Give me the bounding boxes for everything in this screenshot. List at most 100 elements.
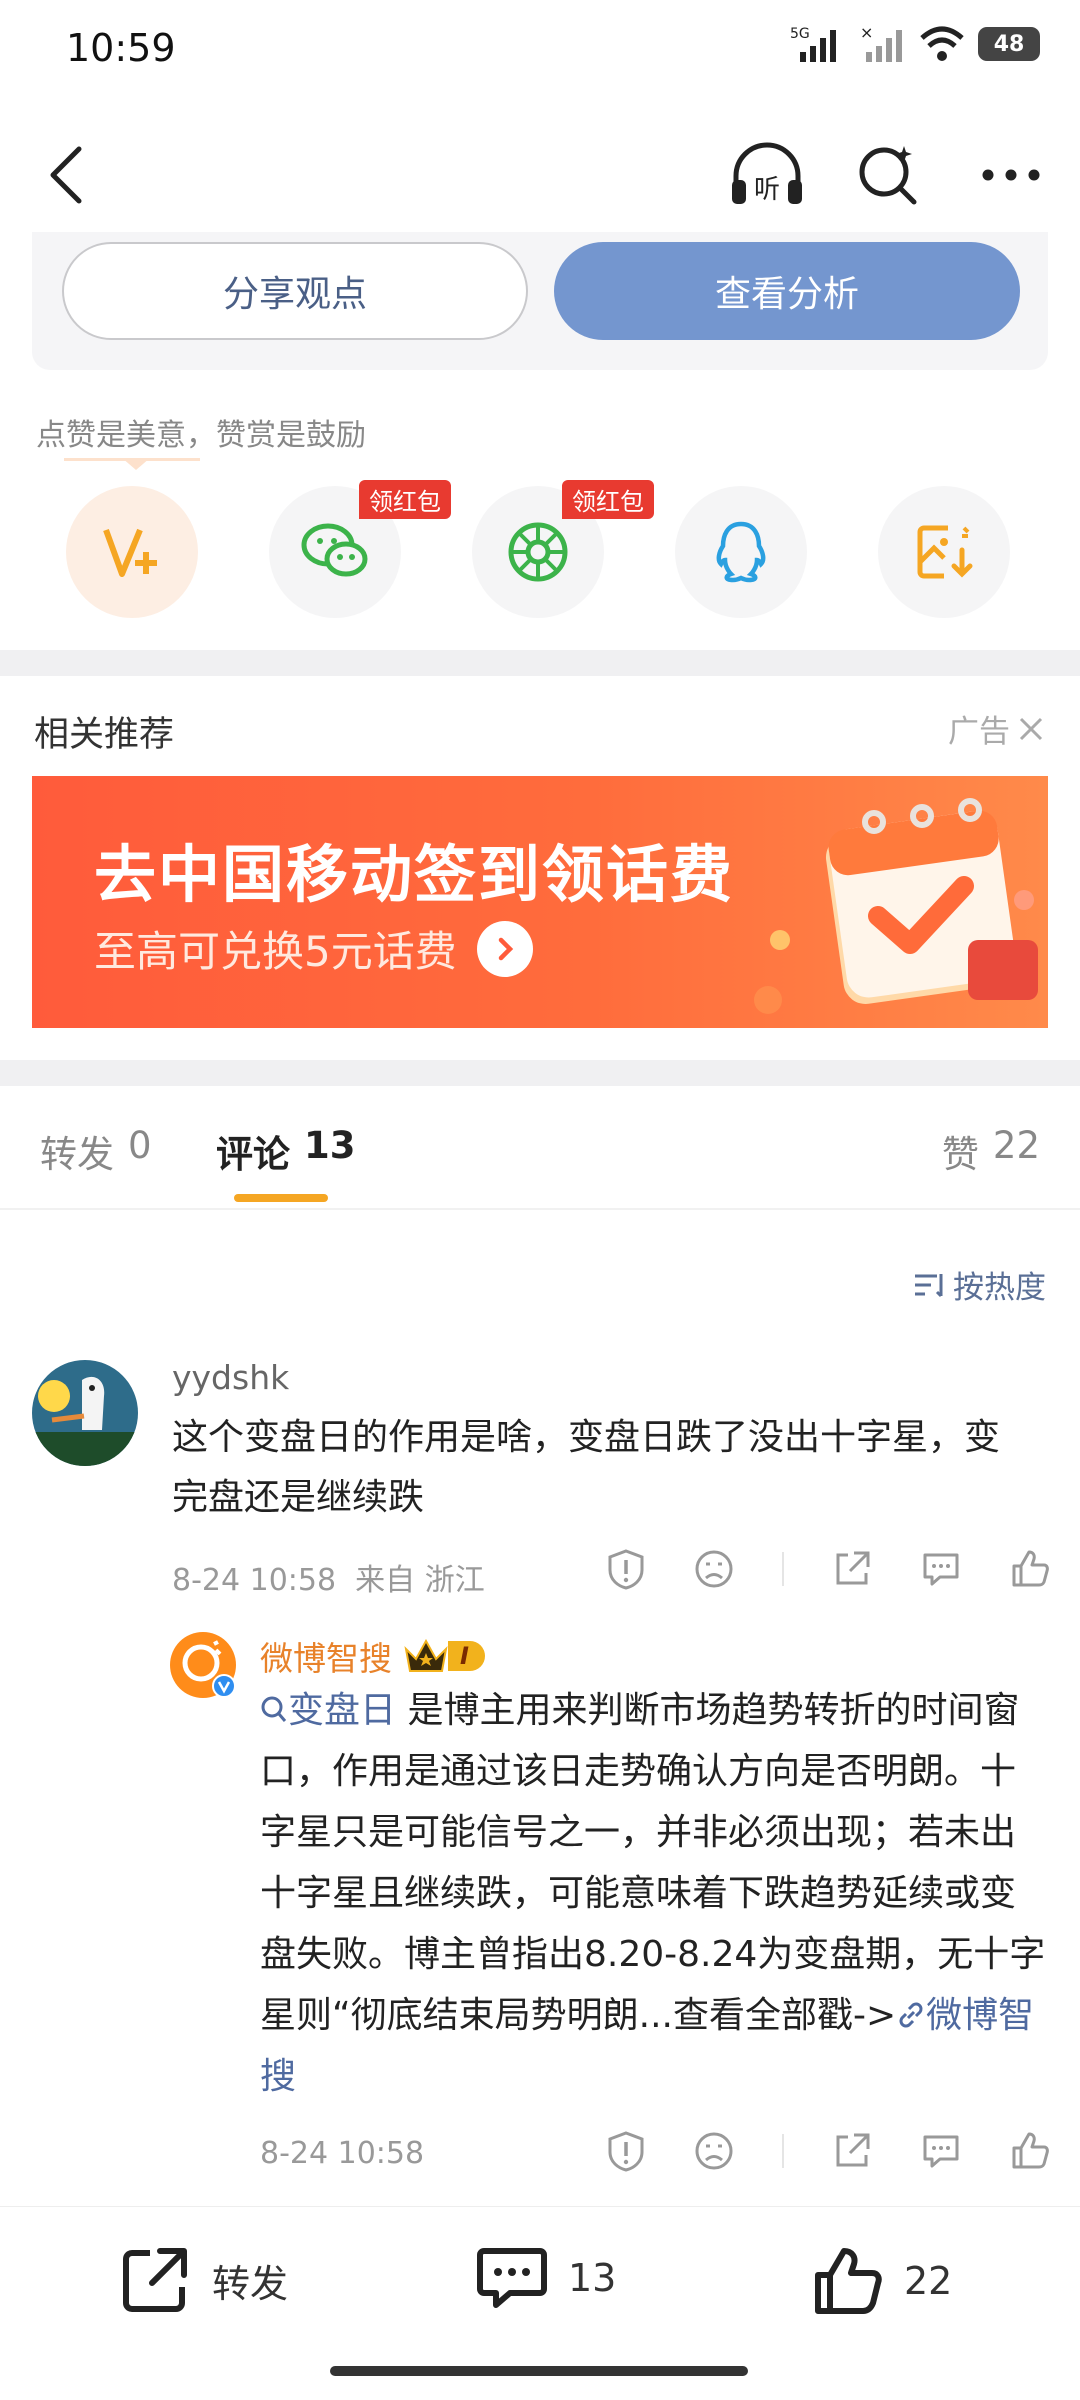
tab-comment[interactable]: 评论 13 [216,1124,356,1178]
comment-username[interactable]: yydshk [172,1358,289,1397]
share-moments-button[interactable]: 领红包 [472,480,654,618]
search-icon [859,146,917,205]
reply-actions [606,2130,1050,2172]
interaction-tabs: 转发 0 评论 13 赞 22 [0,1090,1080,1210]
active-tab-indicator [234,1194,328,1202]
user-avatar-image [32,1360,138,1466]
repost-icon [123,2248,187,2312]
section-divider [0,650,1080,676]
headphones-icon: 听 [732,142,802,205]
more-dots-icon [982,169,1040,181]
crown-icon [404,1639,448,1672]
reward-hint-pointer [122,458,150,470]
thumbs-up-icon[interactable] [1010,2131,1050,2171]
wechat-icon [301,523,368,577]
bottom-comment-button[interactable]: 13 [476,2245,616,2311]
v-plus-icon [103,528,157,577]
sort-button[interactable]: 按热度 [913,1262,1046,1307]
comment-location: 来自 浙江 [355,1563,485,1598]
comment-text: 这个变盘日的作用是啥，变盘日跌了没出十字星，变完盘还是继续跌 [172,1417,1001,1518]
tab-like-count: 22 [992,1124,1040,1167]
share-v-plus-button[interactable] [66,486,198,618]
battery-icon: 48 [978,27,1040,61]
tab-comment-label: 评论 [216,1133,290,1176]
status-time: 10:59 [66,26,176,70]
search-button[interactable] [850,136,928,214]
view-analysis-button[interactable]: 查看分析 [554,242,1020,340]
more-button[interactable] [972,136,1050,214]
reply-body: 是博主用来判断市场趋势转折的时间窗口，作用是通过该日走势确认方向是否明朗。十字星… [260,1690,1046,2036]
dislike-face-icon[interactable] [694,1549,734,1589]
save-image-button[interactable] [878,486,1010,618]
bottom-repost-label: 转发 [212,2261,289,2306]
thumbs-up-icon [815,2248,882,2314]
signal-5g-icon: 5G [790,26,836,62]
share-wechat-button[interactable]: 领红包 [269,480,451,618]
tab-comment-count: 13 [304,1124,356,1167]
tab-like[interactable]: 赞 22 [942,1124,1040,1178]
reply-username-row: 微博智搜 I [260,1632,485,1680]
red-packet-badge: 领红包 [359,480,451,519]
verified-badge-icon [212,1674,236,1698]
tab-repost-count: 0 [128,1124,152,1167]
dislike-face-icon[interactable] [694,2131,734,2171]
home-indicator[interactable] [330,2366,748,2376]
share-targets-row: 领红包 领红包 [66,480,1016,618]
back-arrow-icon [50,146,82,204]
wifi-icon [920,26,964,61]
avatar[interactable] [32,1360,138,1466]
action-separator [782,1552,784,1586]
level-badge-text: I [448,1641,485,1671]
svg-text:听: 听 [754,175,780,205]
report-icon[interactable] [606,2130,646,2172]
bottom-like-button[interactable]: 22 [812,2245,952,2317]
comment-meta: 8-24 10:58 来自 浙江 [172,1555,485,1599]
comment-time: 8-24 10:58 [172,1563,337,1598]
save-image-icon [917,525,973,579]
sort-label: 按热度 [953,1270,1046,1306]
status-bar: 10:59 5G × 48 [0,0,1080,100]
share-qq-button[interactable] [675,486,807,618]
share-opinion-button[interactable]: 分享观点 [62,242,528,340]
section-divider [0,1060,1080,1086]
topic-search-icon [261,1696,287,1722]
share-icon[interactable] [832,2131,872,2171]
bottom-like-count: 22 [904,2259,953,2303]
moments-icon [508,522,568,582]
comment-icon [477,2248,547,2308]
reply-icon[interactable] [920,1549,962,1589]
ad-text: 广告 [948,714,1010,750]
banner-title: 去中国移动签到领话费 [94,838,735,911]
back-button[interactable] [30,140,100,210]
close-ad-icon[interactable] [1018,716,1044,742]
signal-nosim-icon: × [860,24,902,62]
reply-icon[interactable] [920,2131,962,2171]
banner-arrow-icon [476,920,533,977]
ad-label: 广告 [948,706,1044,751]
svg-text:×: × [860,24,873,42]
bottom-comment-count: 13 [568,2256,617,2300]
report-icon[interactable] [606,1548,646,1590]
level-badge: I [404,1639,485,1673]
comment-actions [606,1548,1050,1590]
reply-username[interactable]: 微博智搜 [260,1632,392,1680]
sort-icon [915,1273,943,1297]
listen-button[interactable]: 听 [728,136,806,214]
share-icon[interactable] [832,1549,872,1589]
opinion-card: 分享观点 查看分析 [32,232,1048,370]
banner-subtitle-text: 至高可兑换5元话费 [94,927,457,976]
recommend-title: 相关推荐 [34,715,175,755]
bottom-repost-button[interactable]: 转发 [120,2245,288,2315]
thumbs-up-icon[interactable] [1010,1549,1050,1589]
reward-hint: 点赞是美意，赞赏是鼓励 [36,418,366,453]
svg-text:5G: 5G [790,26,810,42]
topic-link[interactable]: 变盘日 [260,1690,396,1731]
status-icons: 5G × 48 [790,24,1040,64]
tab-repost[interactable]: 转发 0 [40,1124,152,1178]
red-packet-badge: 领红包 [562,480,654,519]
banner-subtitle: 至高可兑换5元话费 [94,918,533,979]
bottom-action-bar: 转发 13 22 [0,2206,1080,2356]
ad-banner[interactable]: 去中国移动签到领话费 至高可兑换5元话费 [32,776,1048,1028]
action-separator [782,2134,784,2168]
reply-time: 8-24 10:58 [260,2136,425,2171]
